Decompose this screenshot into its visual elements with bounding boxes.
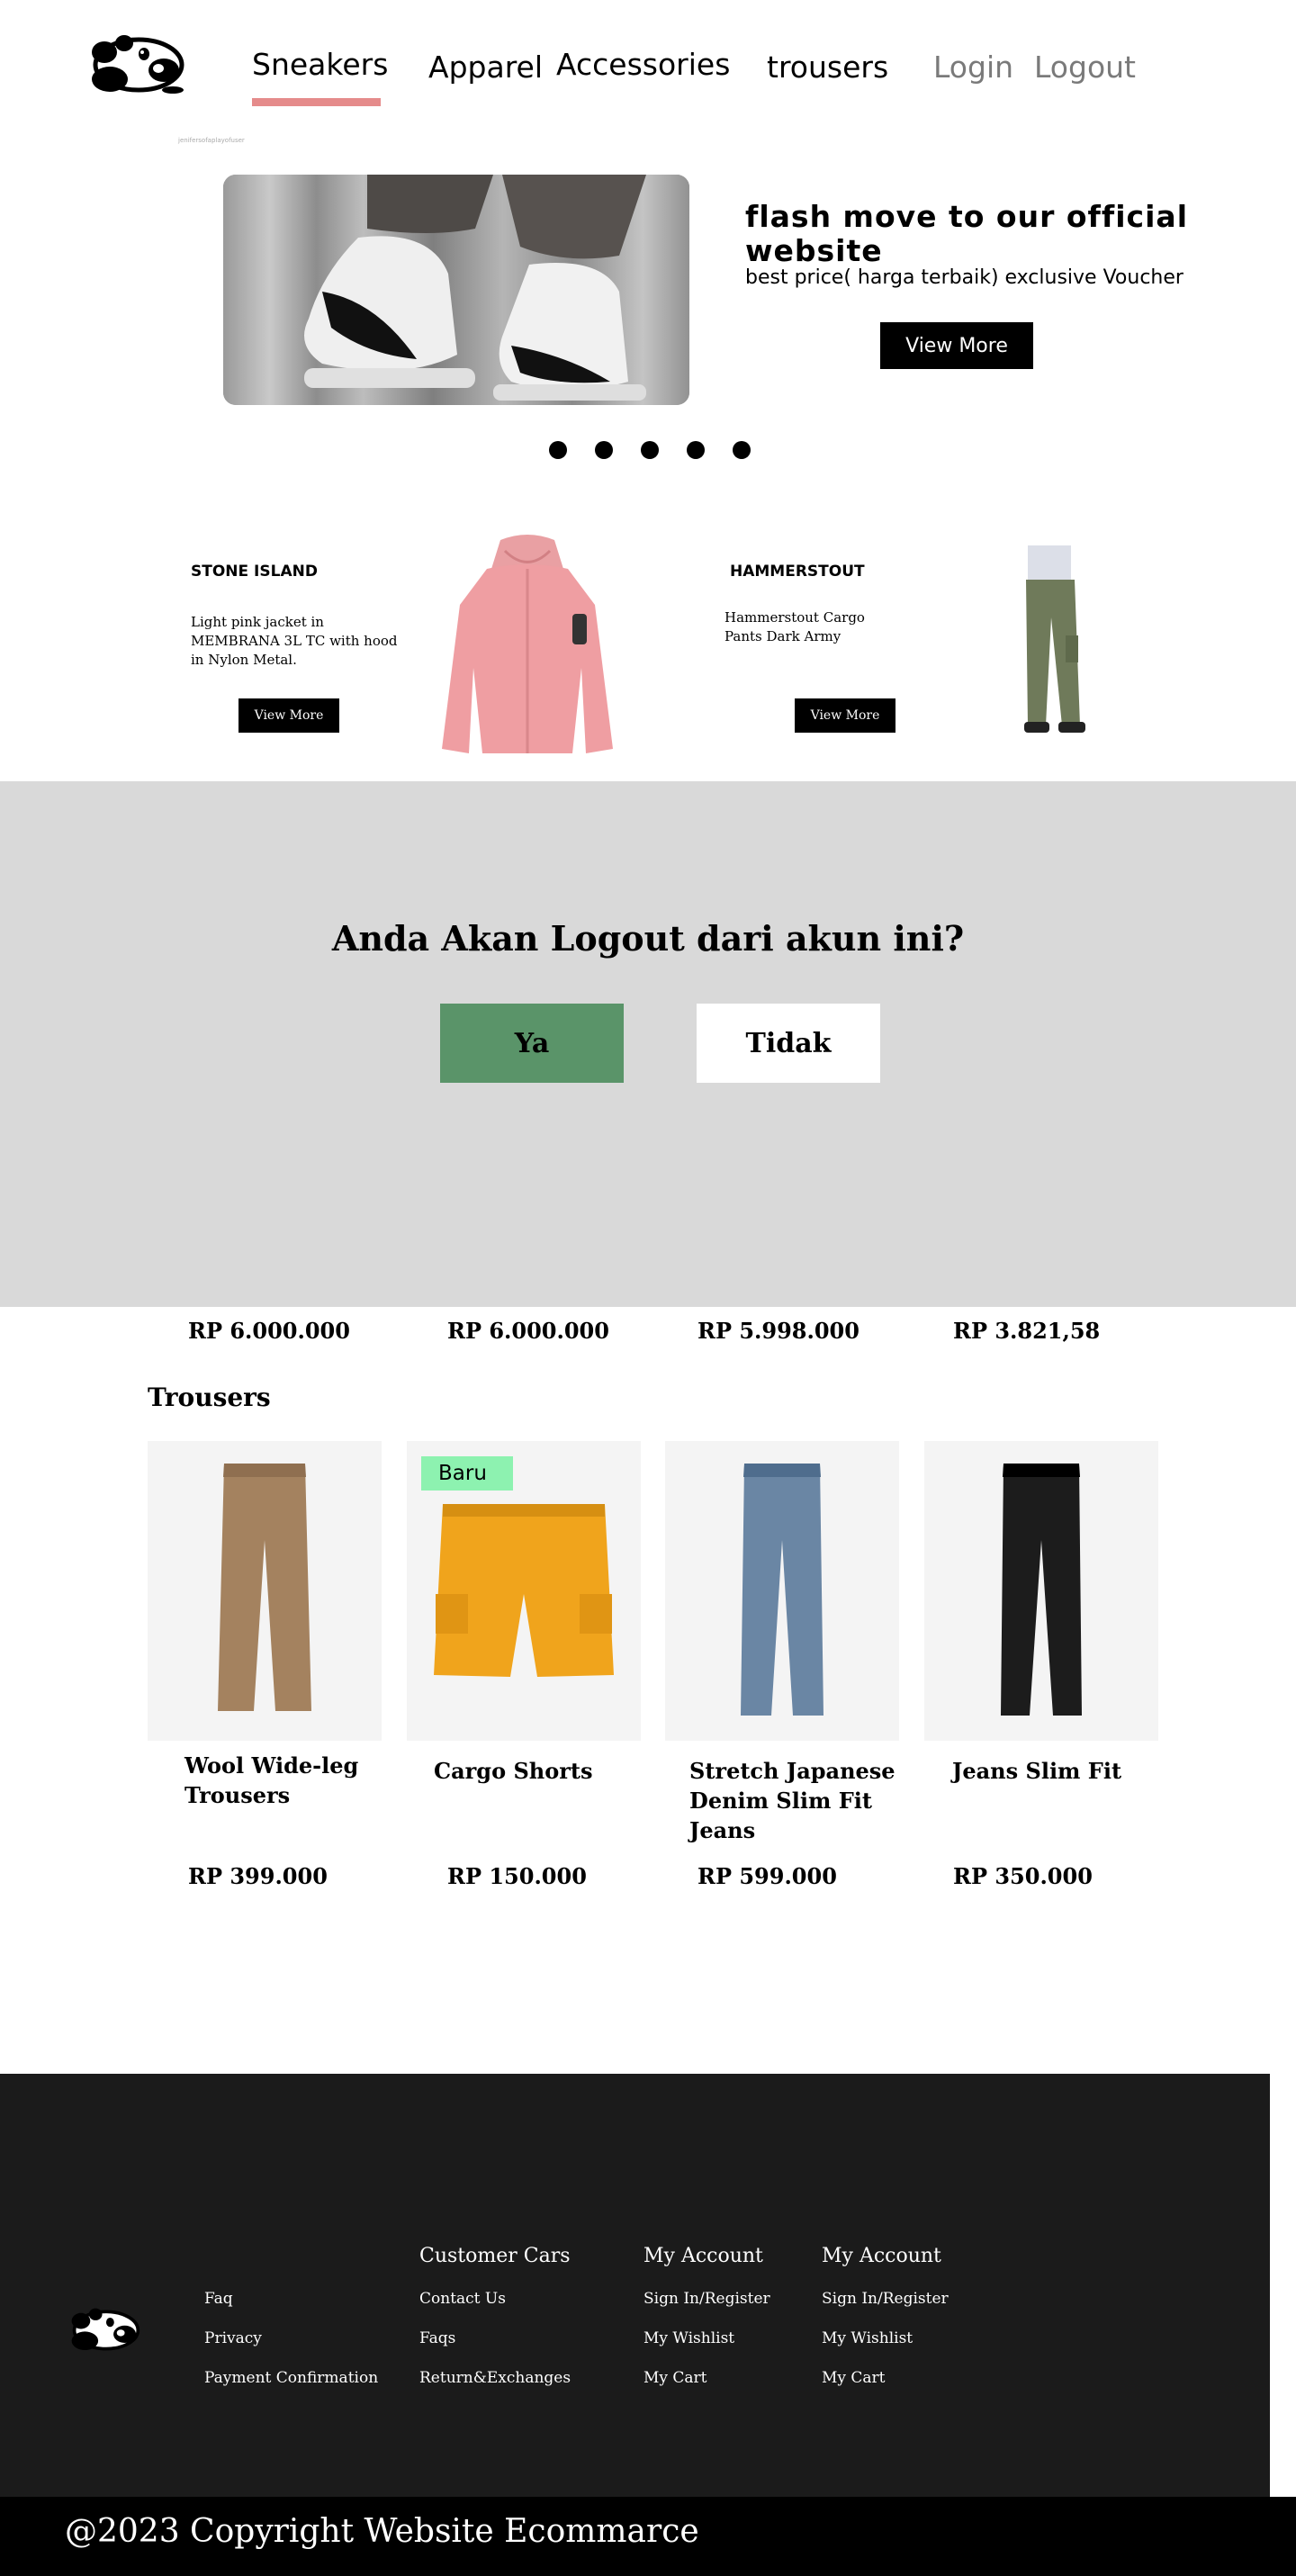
product-card-denim-jeans[interactable] (665, 1441, 899, 1741)
nav-sneakers[interactable]: Sneakers (252, 47, 388, 82)
promo-description: Light pink jacket in MEMBRANA 3L TC with… (191, 614, 398, 668)
carousel-dot[interactable] (549, 441, 567, 459)
cargo-pants-image (1024, 545, 1085, 733)
hero-title: flash move to our official website (745, 199, 1189, 268)
login-link[interactable]: Login (933, 50, 1013, 85)
site-footer: Faq Privacy Payment Confirmation Custome… (0, 2074, 1270, 2497)
carousel-dot[interactable] (733, 441, 751, 459)
footer-link-sign-in[interactable]: Sign In/Register (822, 2290, 949, 2308)
promo-description: Hammerstout Cargo Pants Dark Army (724, 609, 865, 644)
logout-yes-button[interactable]: Ya (440, 1004, 624, 1083)
hero-view-more-button[interactable]: View More (880, 322, 1033, 369)
copyright-text: @2023 Copyright Website Ecommarce (65, 2513, 699, 2550)
logout-no-button[interactable]: Tidak (697, 1004, 880, 1083)
panda-logo[interactable] (85, 27, 185, 95)
product-card-cargo-shorts[interactable]: Baru (407, 1441, 641, 1741)
product-price: RP 350.000 (953, 1863, 1093, 1889)
logout-link[interactable]: Logout (1034, 50, 1136, 85)
promo-view-more-button[interactable]: View More (238, 698, 339, 733)
footer-heading-my-account: My Account (822, 2245, 941, 2267)
nav-active-underline (252, 98, 381, 106)
nav-apparel[interactable]: Apparel (428, 50, 543, 85)
product-card-wool-trousers[interactable] (148, 1441, 382, 1741)
hero-sneaker-image (223, 175, 689, 405)
denim-jeans-image (741, 1464, 824, 1716)
carousel-dot[interactable] (595, 441, 613, 459)
product-name[interactable]: Stretch Japanese Denim Slim Fit Jeans (689, 1756, 932, 1845)
footer-link-sign-in[interactable]: Sign In/Register (644, 2290, 770, 2308)
footer-link-returns[interactable]: Return&Exchanges (419, 2369, 571, 2387)
promo-view-more-button[interactable]: View More (795, 698, 896, 733)
logout-question: Anda Akan Logout dari akun ini? (331, 918, 965, 959)
product-price: RP 5.998.000 (698, 1318, 860, 1344)
footer-heading-customer-care: Customer Cars (419, 2245, 571, 2267)
footer-link-wishlist[interactable]: My Wishlist (822, 2329, 913, 2347)
product-price: RP 6.000.000 (188, 1318, 350, 1344)
nav-accessories[interactable]: Accessories (556, 47, 730, 82)
pink-jacket-image (442, 535, 613, 753)
black-jeans-image (1001, 1464, 1082, 1716)
tiny-caption: jenifersofaplayofuser (178, 137, 245, 144)
promo-brand-stone-island: STONE ISLAND (191, 563, 318, 581)
panda-logo-footer[interactable] (66, 2302, 141, 2353)
footer-link-cart[interactable]: My Cart (822, 2369, 886, 2387)
product-name[interactable]: Jeans Slim Fit (952, 1756, 1168, 1786)
product-name[interactable]: Wool Wide-leg Trousers (184, 1751, 400, 1810)
product-price: RP 6.000.000 (447, 1318, 609, 1344)
footer-link-payment-confirmation[interactable]: Payment Confirmation (204, 2369, 378, 2387)
hero-subtitle: best price( harga terbaik) exclusive Vou… (745, 266, 1184, 289)
footer-heading-my-account: My Account (644, 2245, 763, 2267)
carousel-dot[interactable] (641, 441, 659, 459)
product-price: RP 599.000 (698, 1863, 837, 1889)
new-badge: Baru (421, 1456, 513, 1491)
logout-confirm-overlay: Anda Akan Logout dari akun ini? Ya Tidak (0, 781, 1296, 1307)
footer-link-privacy[interactable]: Privacy (204, 2329, 262, 2347)
carousel-dots (549, 441, 751, 459)
footer-link-faq[interactable]: Faq (204, 2290, 233, 2308)
carousel-dot[interactable] (687, 441, 705, 459)
product-price: RP 3.821,58 (953, 1318, 1101, 1344)
wool-trousers-image (218, 1464, 311, 1711)
promo-brand-hammerstout: HAMMERSTOUT (730, 563, 865, 581)
copyright-bar: @2023 Copyright Website Ecommarce (0, 2497, 1296, 2576)
nav-trousers[interactable]: trousers (767, 50, 888, 85)
product-price: RP 150.000 (447, 1863, 587, 1889)
footer-link-contact-us[interactable]: Contact Us (419, 2290, 506, 2308)
product-name[interactable]: Cargo Shorts (434, 1756, 632, 1786)
footer-link-cart[interactable]: My Cart (644, 2369, 707, 2387)
footer-link-faqs[interactable]: Faqs (419, 2329, 455, 2347)
product-card-jeans-slim[interactable] (924, 1441, 1158, 1741)
trousers-section-title: Trousers (148, 1383, 271, 1412)
footer-link-wishlist[interactable]: My Wishlist (644, 2329, 734, 2347)
product-price: RP 399.000 (188, 1863, 328, 1889)
